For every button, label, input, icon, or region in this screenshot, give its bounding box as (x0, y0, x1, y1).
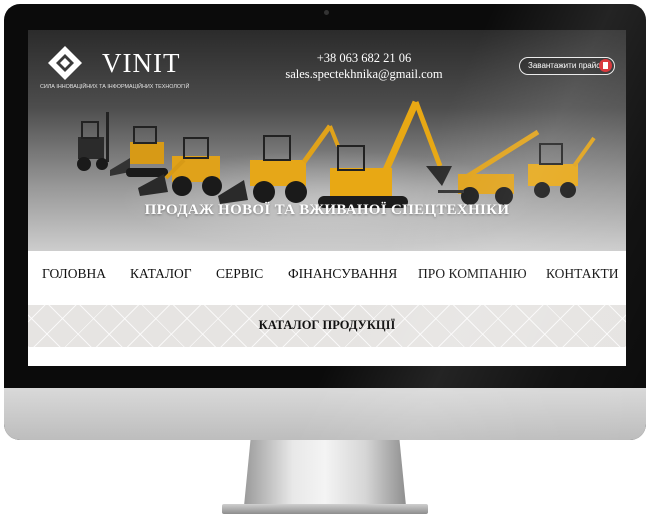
backhoe-loader-icon (218, 124, 340, 204)
download-price-button[interactable]: Завантажити прайс (519, 57, 615, 75)
nav-item-financing[interactable]: ФІНАНСУВАННЯ (288, 266, 397, 282)
monitor-stand-base (222, 504, 428, 514)
hero-headline: ПРОДАЖ НОВОЇ ТА ВЖИВАНОЇ СПЕЦТЕХНІКИ (144, 202, 510, 218)
forklift-icon (77, 112, 109, 171)
catalog-title: КАТАЛОГ ПРОДУКЦІЇ (258, 318, 396, 332)
monitor-frame: VINIT СИЛА ІННОВАЦІЙНИХ ТА ІНФОРМАЦІЙНИХ… (4, 4, 646, 440)
content-area (28, 347, 626, 366)
nav-item-catalog[interactable]: КАТАЛОГ (130, 266, 192, 282)
phone-number[interactable]: +38 063 682 21 06 (264, 50, 464, 66)
nav-item-about[interactable]: ПРО КОМПАНІЮ (418, 266, 527, 282)
telehandler-icon (438, 129, 540, 205)
hero-banner: VINIT СИЛА ІННОВАЦІЙНИХ ТА ІНФОРМАЦІЙНИХ… (28, 30, 626, 251)
vinit-diamond-icon (48, 46, 82, 80)
website-screen: VINIT СИЛА ІННОВАЦІЙНИХ ТА ІНФОРМАЦІЙНИХ… (28, 30, 626, 366)
nav-item-contacts[interactable]: КОНТАКТИ (546, 266, 619, 282)
webcam (324, 10, 329, 15)
header-contacts: +38 063 682 21 06 sales.spectekhnika@gma… (264, 50, 464, 82)
monitor-chin (4, 388, 646, 440)
nav-item-home[interactable]: ГОЛОВНА (42, 266, 106, 282)
skid-steer-icon (110, 126, 168, 177)
catalog-section-header: КАТАЛОГ ПРОДУКЦІЇ (28, 305, 626, 347)
email-address[interactable]: sales.spectekhnika@gmail.com (264, 66, 464, 82)
pdf-icon (599, 59, 612, 72)
download-price-label: Завантажити прайс (528, 61, 601, 70)
nav-item-service[interactable]: СЕРВІС (216, 266, 263, 282)
brand-name: VINIT (102, 48, 181, 78)
machinery-illustration (77, 100, 596, 208)
main-navigation: ГОЛОВНА КАТАЛОГ СЕРВІС ФІНАНСУВАННЯ ПРО … (28, 251, 626, 305)
rear-backhoe-icon (528, 136, 596, 198)
excavator-icon (318, 100, 452, 208)
monitor-stand (244, 440, 406, 506)
